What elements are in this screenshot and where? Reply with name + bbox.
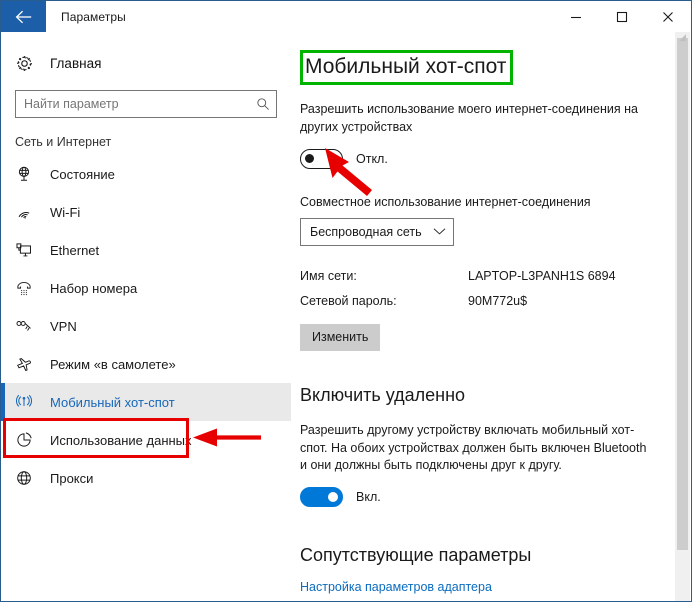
minimize-button[interactable]: [553, 1, 599, 32]
sidebar-item-label: VPN: [50, 318, 77, 334]
remote-toggle-row: Вкл.: [300, 487, 671, 507]
remote-description: Разрешить другому устройству включать мо…: [300, 422, 647, 473]
settings-window: Параметры Главная Найти параметр Сеть и …: [0, 0, 692, 602]
remote-enable-toggle[interactable]: [300, 487, 343, 507]
airplane-icon: [15, 355, 45, 373]
network-password-label: Сетевой пароль:: [300, 293, 397, 308]
sidebar-item-label: Прокси: [50, 470, 94, 486]
sidebar-item-data-usage[interactable]: Использование данных: [1, 421, 291, 459]
titlebar-spacer: [126, 1, 553, 32]
sidebar-item-label: Использование данных: [50, 432, 192, 448]
sidebar-item-label: Состояние: [50, 166, 115, 182]
edit-button[interactable]: Изменить: [300, 323, 381, 351]
sidebar-item-status[interactable]: Состояние: [1, 155, 291, 193]
share-toggle-row: Откл.: [300, 148, 671, 169]
scrollbar-thumb[interactable]: [677, 38, 688, 550]
share-toggle-label: Откл.: [356, 151, 388, 166]
sidebar-group-title: Сеть и Интернет: [15, 135, 112, 149]
sidebar-item-proxy[interactable]: Прокси: [1, 459, 291, 497]
close-button[interactable]: [645, 1, 691, 32]
sidebar-item-airplane-mode[interactable]: Режим «в самолете»: [1, 345, 291, 383]
search-box[interactable]: [15, 90, 277, 118]
back-button[interactable]: [1, 1, 46, 32]
globe-status-icon: [15, 165, 45, 183]
minimize-icon: [571, 16, 581, 18]
connection-select[interactable]: Беспроводная сеть: [300, 217, 454, 246]
table-row: Имя сети: LAPTOP-L3PANH1S 6894: [300, 269, 671, 283]
sidebar: Главная Сеть и Интернет: [1, 32, 291, 601]
network-info-table: Имя сети: LAPTOP-L3PANH1S 6894 Сетевой п…: [300, 269, 671, 308]
sidebar-item-label: Ethernet: [50, 242, 100, 258]
share-hotspot-toggle[interactable]: [300, 148, 343, 169]
page-title: Мобильный хот-спот: [300, 50, 514, 86]
search-input[interactable]: [16, 91, 250, 117]
vpn-icon: [15, 317, 45, 335]
ethernet-icon: [15, 241, 45, 259]
remote-section-title: Включить удаленно: [300, 384, 466, 405]
toggle-knob: [328, 491, 338, 502]
search-icon: [250, 97, 276, 111]
dialup-phone-icon: [15, 279, 45, 297]
connection-section-label: Совместное использование интернет-соедин…: [300, 194, 591, 209]
sidebar-item-vpn[interactable]: VPN: [1, 307, 291, 345]
pie-chart-icon: [15, 431, 45, 449]
sidebar-item-label: Мобильный хот-спот: [50, 394, 175, 410]
gear-icon: [15, 54, 45, 73]
sidebar-item-label: Wi-Fi: [50, 204, 81, 220]
sidebar-item-label: Набор номера: [50, 280, 138, 296]
sidebar-item-home[interactable]: Главная: [1, 44, 291, 82]
related-settings-title: Сопутствующие параметры: [300, 545, 532, 565]
sidebar-item-label: Режим «в самолете»: [50, 356, 176, 372]
adapter-settings-link[interactable]: Настройка параметров адаптера: [300, 580, 492, 594]
sidebar-home-label: Главная: [50, 55, 102, 71]
sidebar-nav-list: Состояние Wi-Fi Ethernet Набор номера VP…: [1, 155, 291, 497]
maximize-button[interactable]: [599, 1, 645, 32]
share-description: Разрешить использование моего интернет-с…: [300, 102, 638, 134]
back-arrow-icon: [15, 10, 31, 23]
vertical-scrollbar[interactable]: [675, 32, 690, 601]
main-content: Мобильный хот-спот Разрешить использован…: [291, 32, 671, 601]
globe-icon: [15, 469, 45, 487]
network-name-value: LAPTOP-L3PANH1S 6894: [468, 268, 616, 283]
title-bar: Параметры: [1, 1, 691, 32]
wifi-icon: [15, 203, 45, 221]
remote-toggle-label: Вкл.: [356, 490, 381, 504]
sidebar-item-wifi[interactable]: Wi-Fi: [1, 193, 291, 231]
window-title: Параметры: [61, 9, 126, 24]
hotspot-icon: [15, 393, 45, 411]
sidebar-item-dialup[interactable]: Набор номера: [1, 269, 291, 307]
table-row: Сетевой пароль: 90M772u$: [300, 294, 671, 308]
sidebar-item-ethernet[interactable]: Ethernet: [1, 231, 291, 269]
close-icon: [663, 11, 673, 22]
toggle-knob: [305, 154, 314, 164]
network-password-value: 90M772u$: [468, 293, 528, 308]
chevron-down-icon: [433, 227, 446, 236]
maximize-icon: [616, 11, 628, 22]
network-name-label: Имя сети:: [300, 268, 357, 283]
sidebar-item-mobile-hotspot[interactable]: Мобильный хот-спот: [1, 383, 291, 421]
connection-select-value: Беспроводная сеть: [310, 224, 422, 239]
